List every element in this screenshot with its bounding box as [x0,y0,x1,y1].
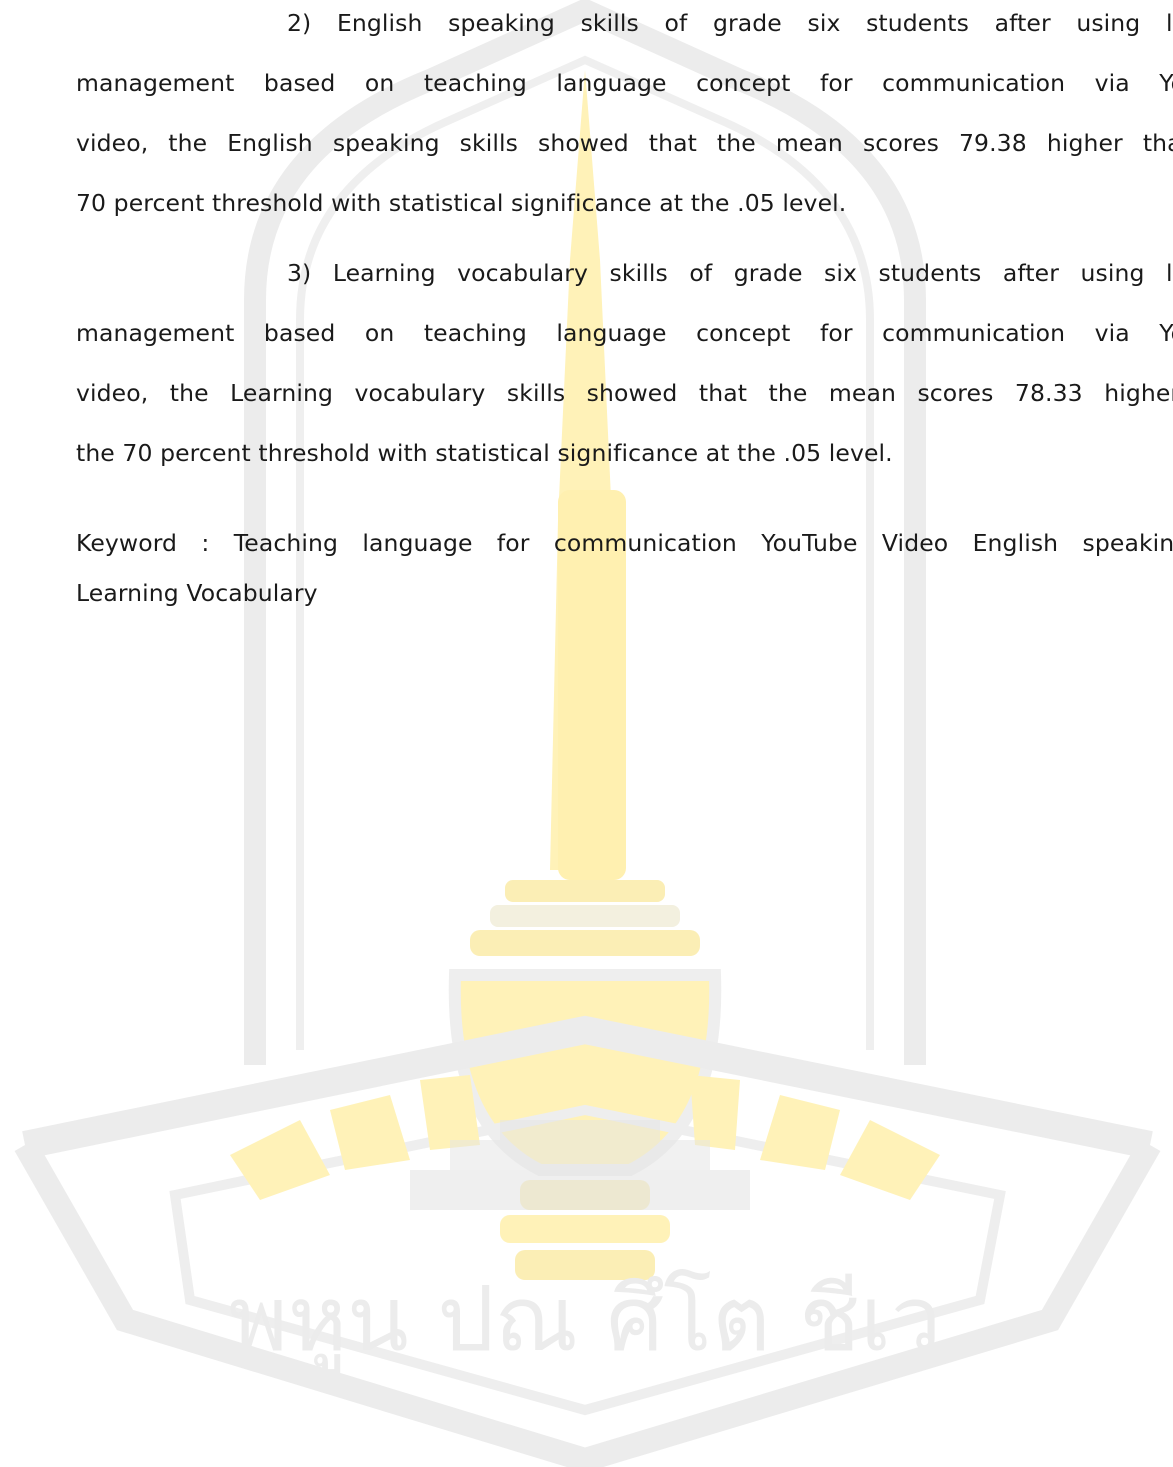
paragraph-2-line-4: 70 percent threshold with statistical si… [76,189,847,217]
paragraph-3-line-3: video, the Learning vocabulary skills sh… [76,379,1173,407]
keyword-line-2: Learning Vocabulary [76,579,318,607]
paragraph-3-line-4: the 70 percent threshold with statistica… [76,439,893,467]
document-page: 2) English speaking skills of grade six … [0,0,1173,1467]
paragraph-2-line-3: video, the English speaking skills showe… [76,129,1173,157]
paragraph-3-line-1: 3) Learning vocabulary skills of grade s… [287,259,1173,287]
keyword-line-1: Keyword : Teaching language for communic… [76,529,1173,557]
paragraph-2-line-1: 2) English speaking skills of grade six … [287,9,1173,37]
paragraph-3-line-2: management based on teaching language co… [76,319,1173,347]
paragraph-2-line-2: management based on teaching language co… [76,69,1173,97]
